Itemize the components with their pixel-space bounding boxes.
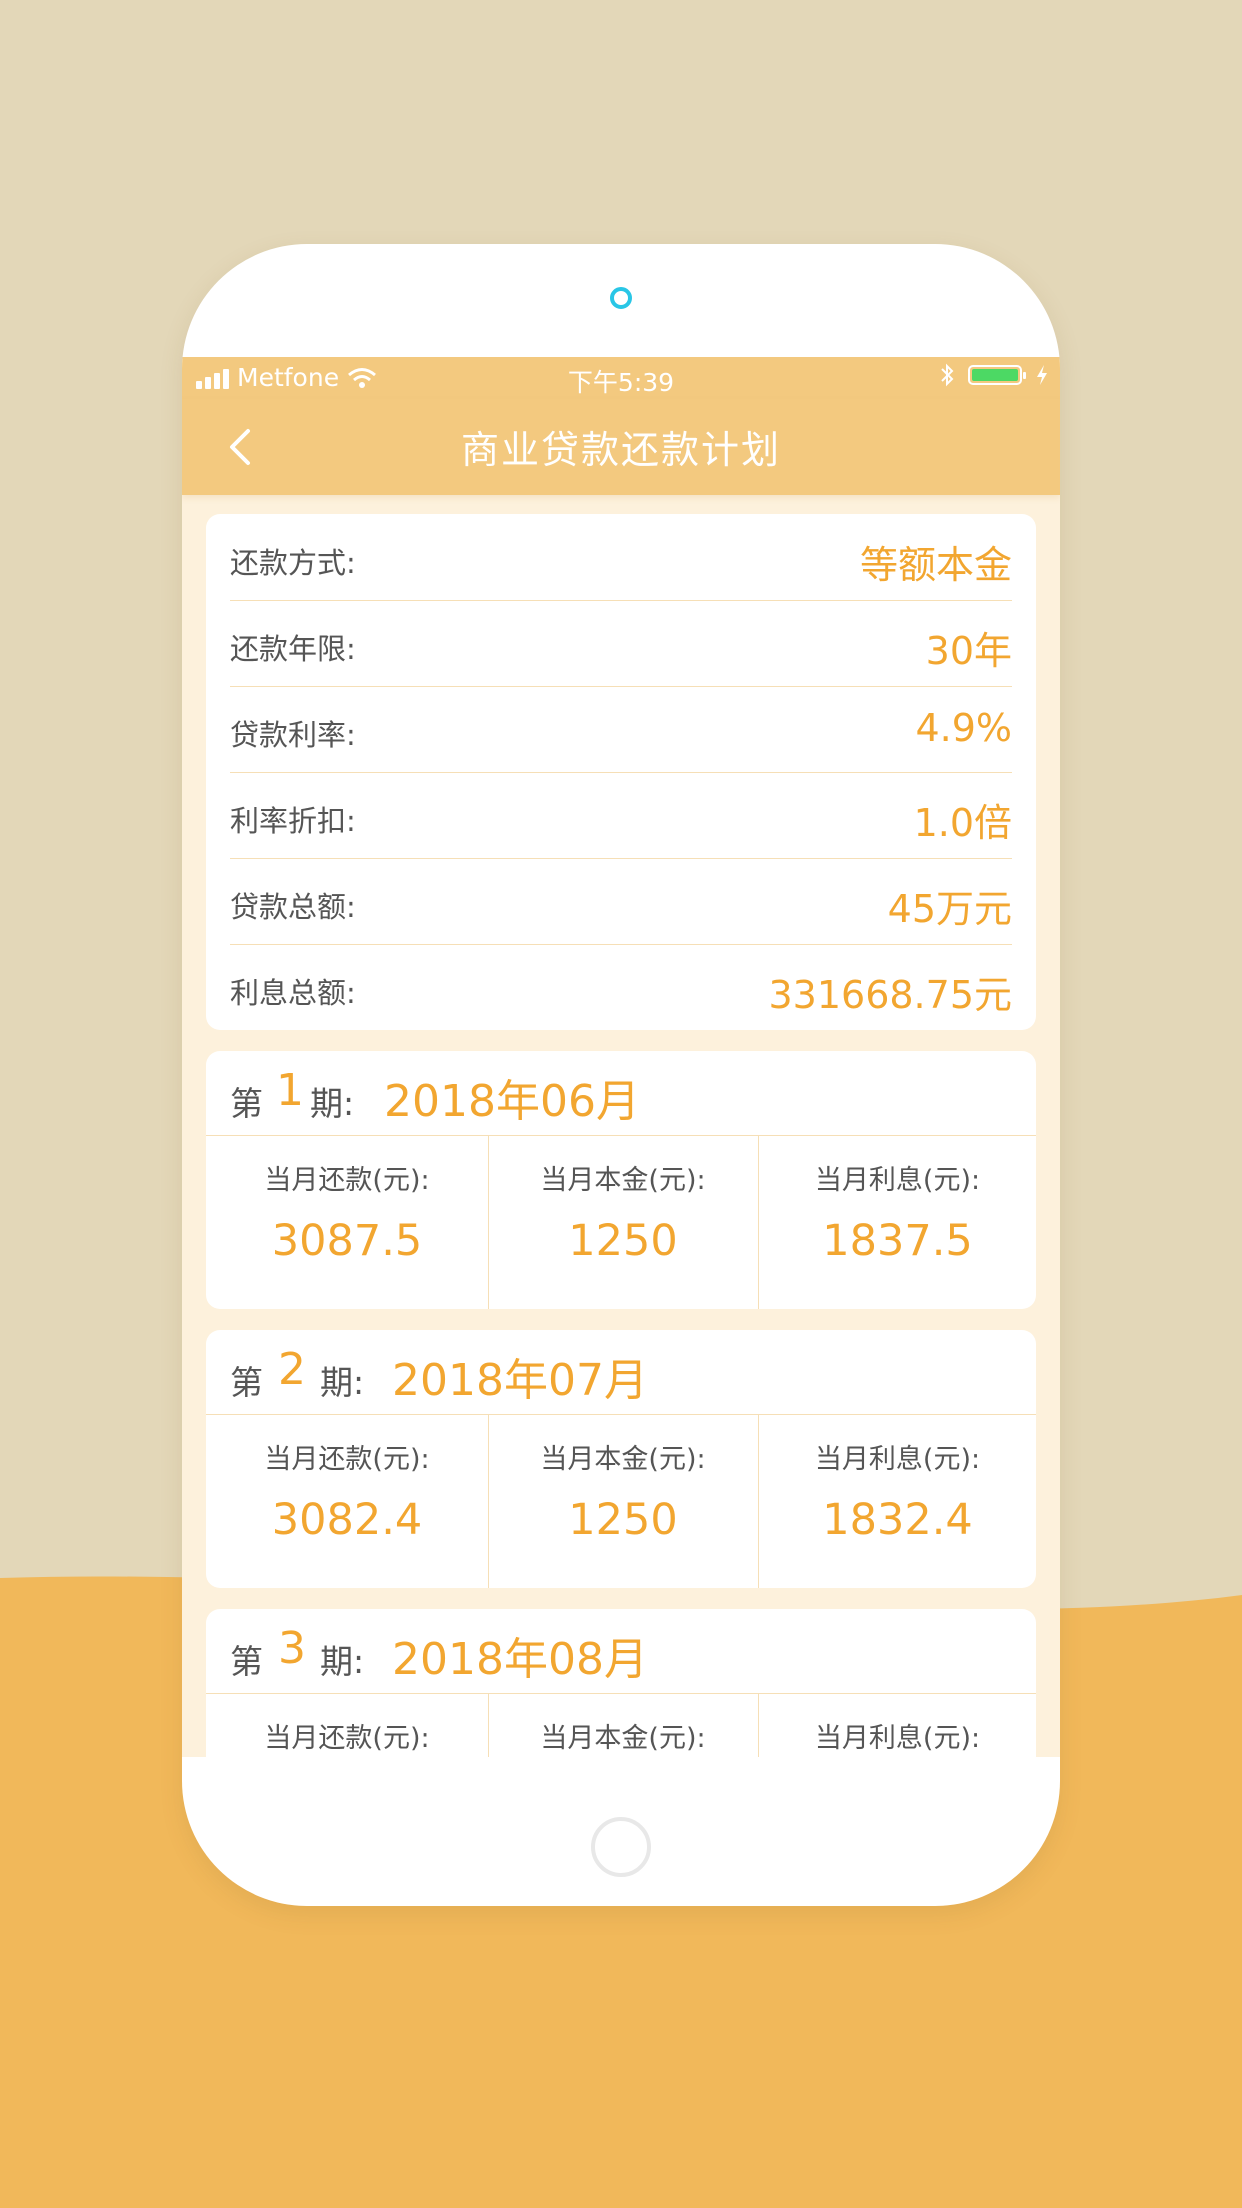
summary-value: 4.9%	[915, 706, 1012, 750]
payment-label: 当月还款(元):	[264, 1165, 430, 1196]
period-suffix: 期:	[320, 1363, 365, 1402]
interest-value: 1832.4	[822, 1495, 973, 1545]
principal-label: 当月本金(元):	[540, 1165, 706, 1196]
summary-label: 贷款总额:	[230, 890, 356, 924]
summary-row: 利息总额: 331668.75元	[230, 944, 1012, 1030]
charging-icon	[1037, 365, 1047, 385]
period-prefix: 第	[230, 1363, 263, 1402]
principal-label: 当月本金(元):	[540, 1723, 706, 1754]
period-prefix: 第	[230, 1642, 263, 1681]
interest-cell: 当月利息(元):	[759, 1694, 1036, 1757]
interest-label: 当月利息(元):	[814, 1723, 981, 1754]
principal-value: 1250	[568, 1216, 678, 1266]
payment-label: 当月还款(元):	[264, 1723, 430, 1754]
period-number: 3	[278, 1623, 306, 1674]
battery-icon	[968, 365, 1026, 385]
interest-label: 当月利息(元):	[814, 1165, 981, 1196]
payment-label: 当月还款(元):	[264, 1444, 430, 1475]
bluetooth-icon	[941, 363, 954, 387]
summary-value: 30年	[925, 629, 1012, 673]
summary-value: 1.0倍	[913, 801, 1012, 845]
period-card: 第 2 期: 2018年07月 当月还款(元): 3082.4 当月本金(元):…	[206, 1330, 1036, 1588]
summary-label: 利率折扣:	[230, 804, 356, 838]
summary-value: 331668.75元	[768, 973, 1013, 1017]
page-title: 商业贷款还款计划	[460, 428, 781, 472]
period-date: 2018年07月	[392, 1355, 648, 1406]
principal-cell: 当月本金(元): 1250	[488, 1415, 759, 1588]
loan-summary-card: 还款方式: 等额本金 还款年限: 30年 贷款利率: 4.9% 利率折扣: 1.…	[206, 514, 1036, 1030]
interest-cell: 当月利息(元): 1832.4	[759, 1415, 1036, 1588]
principal-cell: 当月本金(元): 1250	[488, 1136, 759, 1309]
interest-cell: 当月利息(元): 1837.5	[759, 1136, 1036, 1309]
nav-bar: 商业贷款还款计划	[182, 399, 1060, 495]
period-header: 第 2 期: 2018年07月	[206, 1330, 1036, 1415]
principal-label: 当月本金(元):	[540, 1444, 706, 1475]
period-number: 1	[276, 1065, 304, 1116]
camera-icon	[610, 287, 632, 309]
interest-label: 当月利息(元):	[814, 1444, 981, 1475]
status-right	[940, 363, 1048, 387]
principal-value: 1250	[568, 1495, 678, 1545]
summary-label: 还款年限:	[230, 632, 356, 666]
summary-label: 还款方式:	[230, 546, 356, 580]
payment-value: 3087.5	[271, 1216, 423, 1266]
period-date: 2018年06月	[384, 1076, 640, 1127]
phone-frame: Metfone 下午5:39 商业贷款还款计划 还款方式: 等额本金 还款年限:…	[182, 244, 1060, 1906]
payment-value: 3082.4	[271, 1495, 423, 1545]
period-header: 第 1 期: 2018年06月	[206, 1051, 1036, 1136]
period-number: 2	[278, 1344, 306, 1395]
summary-value: 等额本金	[859, 543, 1012, 587]
interest-value: 1837.5	[822, 1216, 973, 1266]
clock: 下午5:39	[567, 368, 675, 397]
app-screen: Metfone 下午5:39 商业贷款还款计划 还款方式: 等额本金 还款年限:…	[182, 357, 1060, 1757]
period-card: 第 3 期: 2018年08月 当月还款(元): 当月本金(元): 当月利息(元…	[206, 1609, 1036, 1757]
period-date: 2018年08月	[392, 1634, 648, 1685]
status-bar: Metfone 下午5:39	[182, 357, 1060, 399]
payment-cell: 当月还款(元): 3082.4	[206, 1415, 489, 1588]
period-header: 第 3 期: 2018年08月	[206, 1609, 1036, 1694]
summary-row: 还款年限: 30年	[230, 600, 1012, 687]
principal-cell: 当月本金(元):	[488, 1694, 759, 1757]
summary-value: 45万元	[887, 887, 1012, 931]
summary-label: 利息总额:	[230, 976, 356, 1010]
period-suffix: 期:	[310, 1084, 355, 1123]
period-suffix: 期:	[320, 1642, 365, 1681]
period-prefix: 第	[230, 1084, 263, 1123]
summary-row: 利率折扣: 1.0倍	[230, 772, 1012, 859]
payment-cell: 当月还款(元): 3087.5	[206, 1136, 489, 1309]
summary-label: 贷款利率:	[230, 718, 356, 752]
payment-cell: 当月还款(元):	[206, 1694, 489, 1757]
summary-row: 贷款利率: 4.9%	[230, 686, 1012, 773]
period-card: 第 1 期: 2018年06月 当月还款(元): 3087.5 当月本金(元):…	[206, 1051, 1036, 1309]
summary-row: 贷款总额: 45万元	[230, 858, 1012, 945]
summary-row: 还款方式: 等额本金	[230, 514, 1012, 601]
home-button[interactable]	[591, 1817, 651, 1877]
